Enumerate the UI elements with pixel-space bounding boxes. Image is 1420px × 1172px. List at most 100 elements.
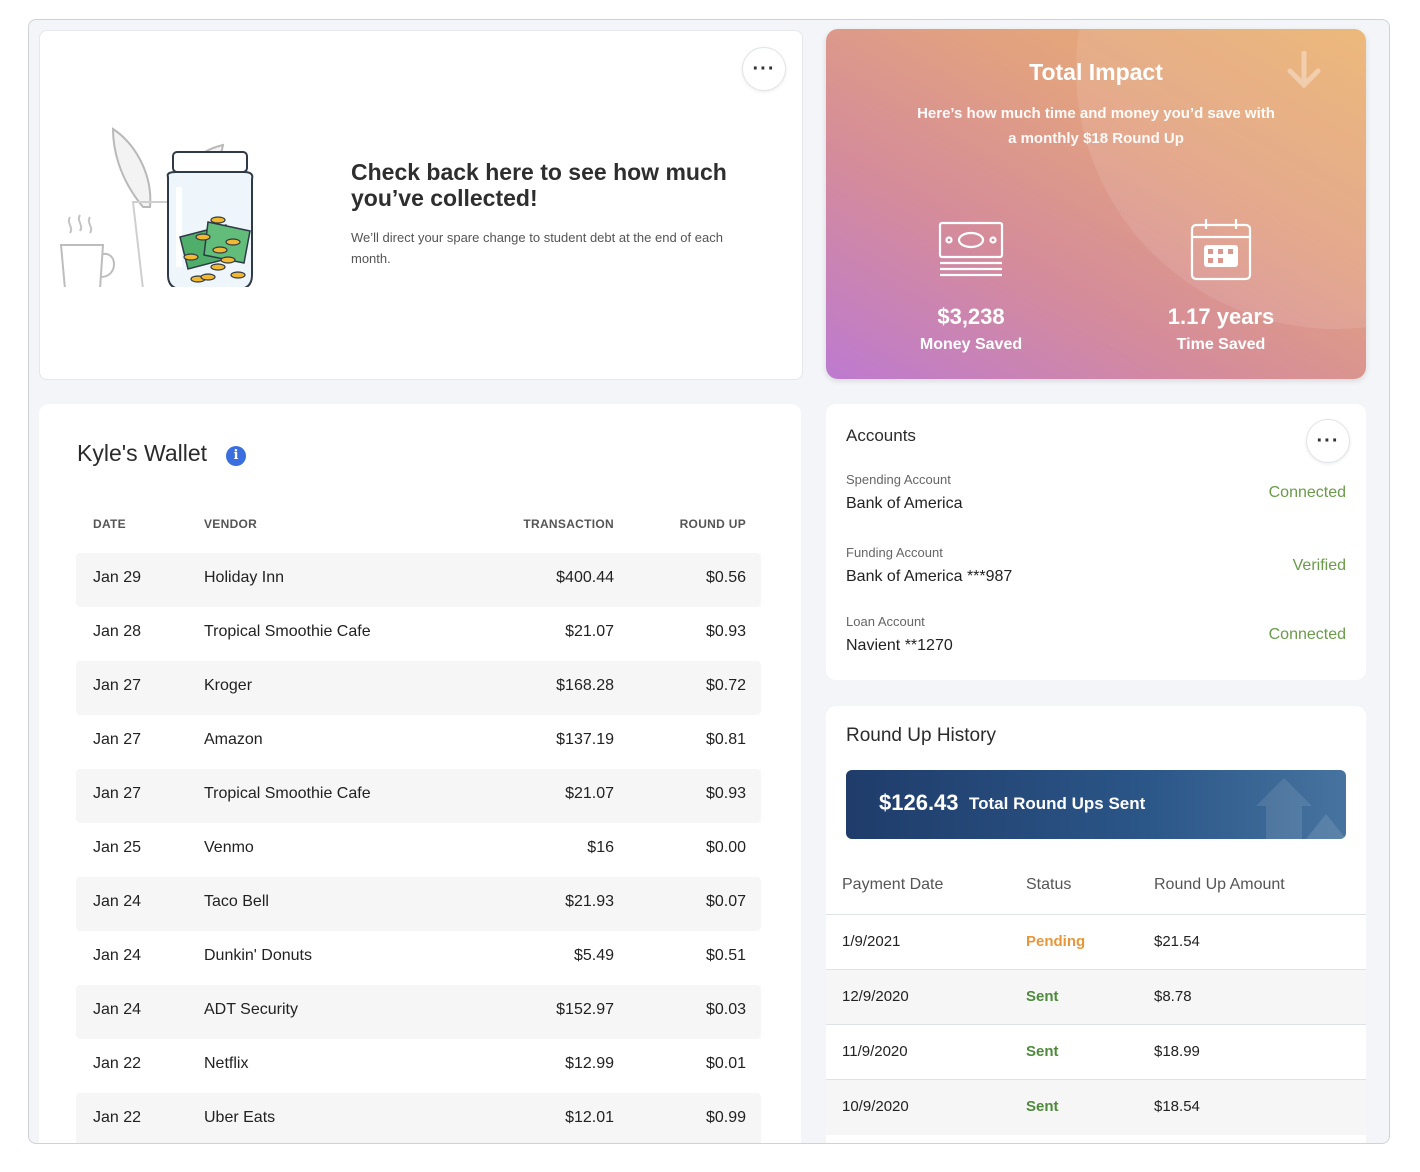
loan-account-status: Connected [1268, 626, 1346, 643]
tx-amount: $12.99 [565, 1055, 614, 1072]
calendar-icon [1190, 219, 1252, 281]
table-row[interactable]: Jan 27 Amazon $137.19 $0.81 [76, 715, 761, 769]
tx-amount: $152.97 [556, 1001, 614, 1018]
loan-account-value: Navient **1270 [846, 637, 953, 654]
tx-amount: $137.19 [556, 731, 614, 748]
table-row[interactable]: Jan 24 ADT Security $152.97 $0.03 [76, 985, 761, 1039]
table-row[interactable]: Jan 24 Dunkin' Donuts $5.49 $0.51 [76, 931, 761, 985]
payment-status: Sent [1026, 1043, 1059, 1060]
accounts-title: Accounts [846, 426, 916, 445]
tx-date: Jan 24 [93, 947, 142, 964]
col-roundup: ROUND UP [679, 517, 746, 531]
tx-roundup: $0.01 [705, 1055, 746, 1072]
tx-vendor: Netflix [204, 1055, 249, 1072]
payment-status: Pending [1026, 933, 1086, 950]
tx-vendor: Dunkin' Donuts [204, 947, 312, 964]
total-round-ups-label: Total Round Ups Sent [969, 794, 1146, 813]
history-title: Round Up History [846, 725, 996, 746]
tx-date: Jan 27 [93, 785, 142, 802]
tx-date: Jan 24 [93, 893, 142, 910]
loan-account-label: Loan Account [846, 614, 925, 629]
history-row[interactable]: 1/9/2021 Pending $21.54 [826, 914, 1366, 970]
tx-vendor: ADT Security [204, 1001, 298, 1018]
time-saved-value: 1.17 years [1167, 304, 1275, 329]
tx-date: Jan 28 [93, 623, 142, 640]
payment-amount: $18.54 [1154, 1098, 1200, 1115]
time-saved-label: Time Saved [1176, 336, 1266, 353]
total-round-ups-banner: $126.43 Total Round Ups Sent [846, 770, 1346, 839]
tx-vendor: Tropical Smoothie Cafe [204, 623, 371, 640]
col-status: Status [1026, 876, 1072, 893]
payment-amount: $21.54 [1154, 933, 1200, 950]
table-row[interactable]: Jan 22 Netflix $12.99 $0.01 [76, 1039, 761, 1093]
tx-amount: $168.28 [556, 677, 614, 694]
tx-roundup: $0.00 [705, 839, 746, 856]
spending-account-label: Spending Account [846, 472, 951, 487]
impact-title: Total Impact [1029, 59, 1163, 85]
money-saved-label: Money Saved [919, 336, 1023, 353]
tx-amount: $12.01 [565, 1109, 614, 1126]
accounts-more-button[interactable]: ··· [1306, 419, 1350, 463]
tx-roundup: $0.81 [705, 731, 746, 748]
table-row[interactable]: Jan 25 Venmo $16 $0.00 [76, 823, 761, 877]
money-saved-value: $3,238 [937, 304, 1005, 329]
col-vendor: VENDOR [204, 517, 258, 531]
tx-amount: $21.07 [565, 785, 614, 802]
table-row[interactable]: Jan 27 Tropical Smoothie Cafe $21.07 $0.… [76, 769, 761, 823]
tx-vendor: Holiday Inn [204, 569, 285, 586]
tx-date: Jan 27 [93, 731, 142, 748]
tx-amount: $16 [587, 839, 614, 856]
payment-date: 10/9/2020 [842, 1098, 909, 1115]
tx-amount: $21.93 [565, 893, 614, 910]
tx-roundup: $0.99 [705, 1109, 746, 1126]
col-payment-date: Payment Date [842, 876, 944, 893]
tx-date: Jan 29 [93, 569, 142, 586]
more-options-button[interactable]: ··· [742, 47, 786, 91]
funding-account-value: Bank of America ***987 [846, 568, 1013, 585]
app-frame: Check back here to see how much you’ve c… [28, 19, 1390, 1144]
collected-card: Check back here to see how much you’ve c… [39, 30, 803, 380]
accounts-card: Accounts ··· Spending Account Bank of Am… [826, 404, 1366, 680]
payment-amount: $18.99 [1154, 1043, 1200, 1060]
tx-vendor: Tropical Smoothie Cafe [204, 785, 371, 802]
arrow-up-icon [1256, 778, 1346, 839]
table-row[interactable]: Jan 27 Kroger $168.28 $0.72 [76, 661, 761, 715]
impact-subtitle: Here’s how much time and money you’d sav… [917, 105, 1275, 147]
payment-date: 12/9/2020 [842, 988, 909, 1005]
payment-status: Sent [1026, 1098, 1059, 1115]
tx-roundup: $0.93 [705, 785, 746, 802]
table-row[interactable]: Jan 24 Taco Bell $21.93 $0.07 [76, 877, 761, 931]
table-row[interactable]: Jan 22 Uber Eats $12.01 $0.99 [76, 1093, 761, 1143]
col-round-up-amount: Round Up Amount [1154, 876, 1285, 893]
round-up-history-card: Round Up History $126.43 Total Round Ups… [826, 706, 1366, 1143]
tx-amount: $400.44 [556, 569, 614, 586]
tx-amount: $5.49 [573, 947, 614, 964]
funding-account-status: Verified [1292, 557, 1346, 574]
tx-roundup: $0.07 [705, 893, 746, 910]
tx-date: Jan 25 [93, 839, 142, 856]
tx-roundup: $0.51 [705, 947, 746, 964]
total-round-ups-amount: $126.43 [879, 790, 959, 815]
history-row[interactable]: 10/9/2020 Sent $18.54 [826, 1079, 1366, 1135]
tx-vendor: Amazon [204, 731, 263, 748]
history-row[interactable]: 11/9/2020 Sent $18.99 [826, 1024, 1366, 1080]
table-row[interactable]: Jan 29 Holiday Inn $400.44 $0.56 [76, 553, 761, 607]
tx-roundup: $0.03 [705, 1001, 746, 1018]
funding-account-label: Funding Account [846, 545, 943, 560]
tx-vendor: Uber Eats [204, 1109, 276, 1126]
spending-account-status: Connected [1268, 484, 1346, 501]
money-stack-icon [938, 221, 1004, 277]
payment-status: Sent [1026, 988, 1059, 1005]
wallet-card: Kyle's Wallet i DATE VENDOR TRANSACTION … [39, 404, 801, 1143]
payment-amount: $8.78 [1154, 988, 1192, 1005]
table-row[interactable]: Jan 28 Tropical Smoothie Cafe $21.07 $0.… [76, 607, 761, 661]
total-impact-card: Total Impact Here’s how much time and mo… [826, 29, 1366, 379]
wallet-title: Kyle's Wallet [77, 440, 208, 466]
history-row[interactable]: 12/9/2020 Sent $8.78 [826, 969, 1366, 1025]
info-icon[interactable]: i [226, 446, 246, 466]
tx-amount: $21.07 [565, 623, 614, 640]
spending-account-value: Bank of America [846, 495, 963, 512]
tx-roundup: $0.56 [705, 569, 746, 586]
tx-date: Jan 27 [93, 677, 142, 694]
tx-date: Jan 22 [93, 1109, 142, 1126]
